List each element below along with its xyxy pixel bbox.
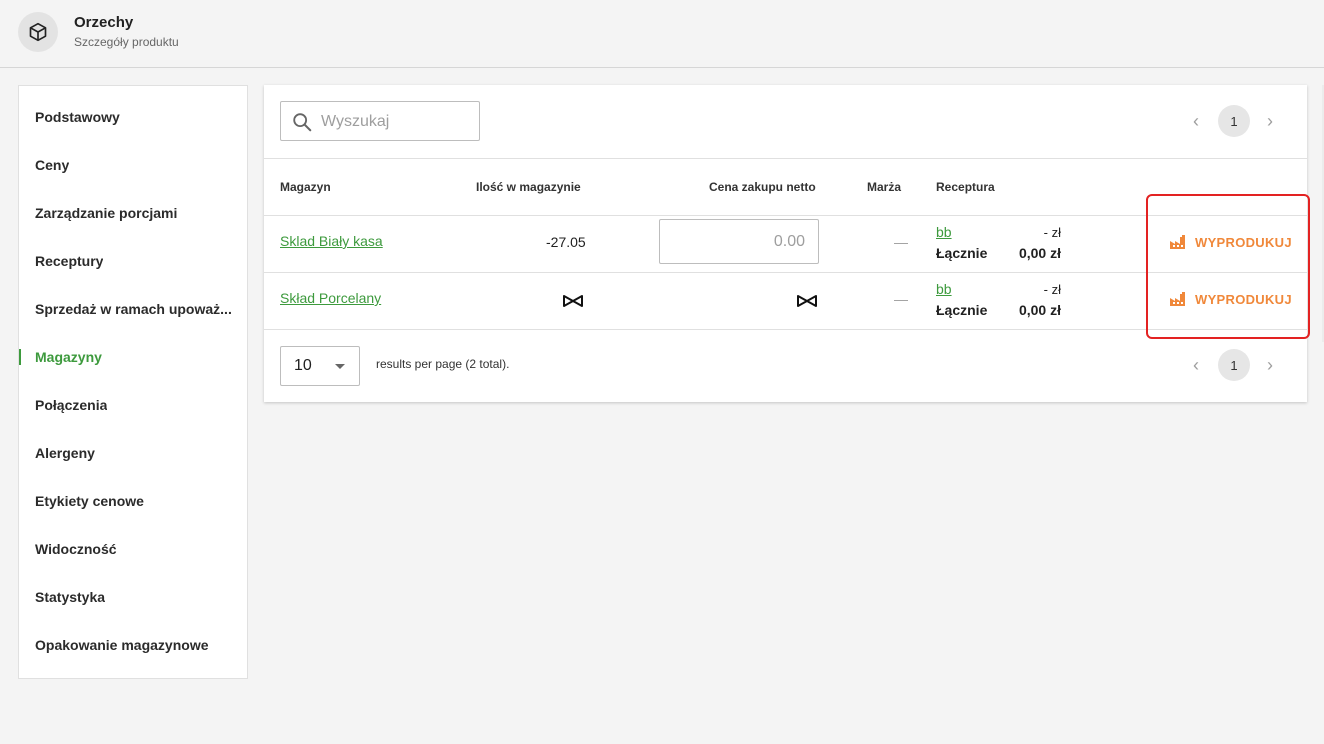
recipe-link[interactable]: bb (936, 281, 952, 297)
page-header: Orzechy Szczegóły produktu (0, 0, 1324, 68)
divider (264, 158, 1307, 159)
highlight-box (1146, 194, 1310, 339)
column-header-ilosc: Ilość w magazynie (476, 180, 581, 194)
sidebar-item-ceny[interactable]: Ceny (19, 141, 247, 189)
search-box (280, 101, 480, 141)
total-label: Łącznie (936, 302, 988, 318)
sidebar-item-zarzadzanie-porcjami[interactable]: Zarządzanie porcjami (19, 189, 247, 237)
caret-down-icon (335, 364, 345, 369)
sidebar-item-widocznosc[interactable]: Widoczność (19, 525, 247, 573)
sidebar-item-etykiety-cenowe[interactable]: Etykiety cenowe (19, 477, 247, 525)
column-header-receptura: Receptura (936, 180, 995, 194)
box-icon (18, 12, 58, 52)
column-header-marza: Marża (867, 180, 902, 194)
sidebar-item-polaczenia[interactable]: Połączenia (19, 381, 247, 429)
total-label: Łącznie (936, 245, 988, 261)
sidebar: Podstawowy Ceny Zarządzanie porcjami Rec… (18, 85, 248, 679)
chevron-left-icon[interactable]: ‹ (1186, 111, 1206, 131)
warehouse-link[interactable]: Sklad Biały kasa (280, 233, 383, 249)
recipe-price: - zł (1043, 225, 1061, 240)
per-page-value: 10 (294, 357, 312, 374)
per-page-text: results per page (2 total). (376, 357, 510, 371)
infinity-icon (563, 295, 583, 307)
warehouse-link[interactable]: Skład Porcelany (280, 290, 381, 306)
page-button-current[interactable]: 1 (1218, 349, 1250, 381)
sidebar-item-alergeny[interactable]: Alergeny (19, 429, 247, 477)
search-icon (293, 113, 312, 132)
sidebar-item-podstawowy[interactable]: Podstawowy (19, 93, 247, 141)
per-page-select[interactable]: 10 (280, 346, 360, 386)
chevron-right-icon[interactable]: › (1260, 111, 1280, 131)
chevron-left-icon[interactable]: ‹ (1186, 355, 1206, 375)
recipe-price: - zł (1043, 282, 1061, 297)
search-input[interactable] (319, 110, 469, 134)
pagination-bottom: ‹ 1 › (1186, 349, 1286, 381)
sidebar-item-statystyka[interactable]: Statystyka (19, 573, 247, 621)
sidebar-item-receptury[interactable]: Receptury (19, 237, 247, 285)
column-header-magazyn: Magazyn (280, 180, 331, 194)
purchase-price-input[interactable]: 0.00 (659, 219, 819, 264)
margin-value: — (894, 234, 908, 250)
sidebar-item-magazyny[interactable]: Magazyny (19, 333, 247, 381)
pagination-top: ‹ 1 › (1186, 105, 1286, 137)
total-value: 0,00 zł (1018, 245, 1061, 261)
column-header-cena: Cena zakupu netto (709, 180, 816, 194)
page-button-current[interactable]: 1 (1218, 105, 1250, 137)
recipe-link[interactable]: bb (936, 224, 952, 240)
page-title: Orzechy (74, 14, 134, 31)
margin-value: — (894, 291, 908, 307)
infinity-icon (797, 295, 817, 307)
sidebar-item-opakowanie-magazynowe[interactable]: Opakowanie magazynowe (19, 621, 247, 669)
quantity-value: -27.05 (546, 234, 586, 250)
page-subtitle: Szczegóły produktu (74, 35, 179, 49)
total-value: 0,00 zł (1018, 302, 1061, 318)
chevron-right-icon[interactable]: › (1260, 355, 1280, 375)
sidebar-item-sprzedaz[interactable]: Sprzedaż w ramach upoważ... (19, 285, 247, 333)
